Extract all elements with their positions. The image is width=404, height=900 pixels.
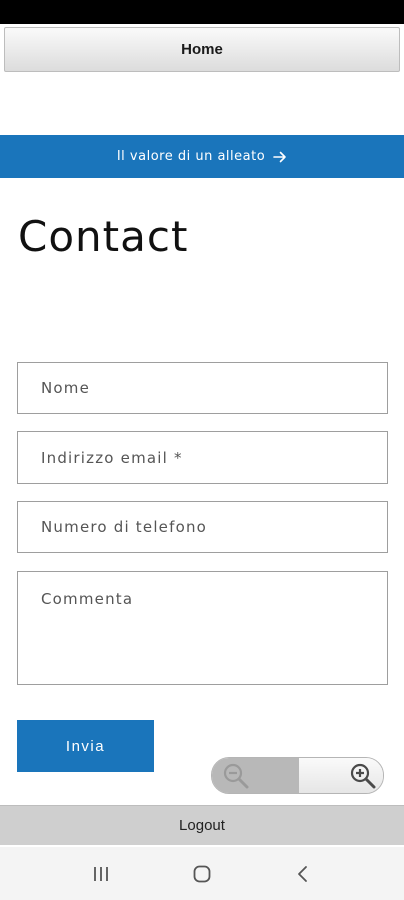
logout-button[interactable]: Logout (0, 805, 404, 845)
phone-field[interactable] (17, 501, 388, 553)
zoom-in-button[interactable] (299, 758, 383, 793)
email-field[interactable] (17, 431, 388, 484)
arrow-right-icon (273, 151, 286, 162)
comment-field[interactable] (17, 571, 388, 685)
home-icon (193, 865, 211, 882)
back-icon (298, 865, 308, 882)
promo-banner[interactable]: Il valore di un alleato (0, 135, 404, 178)
recents-button[interactable] (81, 854, 121, 894)
status-bar (0, 0, 404, 24)
system-navigation-bar (0, 847, 404, 900)
home-button-label: Home (181, 41, 223, 58)
submit-button-label: Invia (65, 737, 106, 755)
logout-label: Logout (179, 817, 225, 834)
page-title: Contact (18, 212, 189, 261)
promo-banner-text: Il valore di un alleato (116, 149, 266, 164)
back-button[interactable] (283, 854, 323, 894)
home-nav-button[interactable] (182, 854, 222, 894)
submit-button[interactable]: Invia (17, 720, 154, 772)
home-button[interactable]: Home (4, 27, 400, 72)
zoom-in-icon (350, 763, 376, 788)
recents-icon (93, 866, 108, 881)
zoom-out-icon (223, 763, 249, 788)
zoom-out-button[interactable] (212, 758, 299, 793)
name-field[interactable] (17, 362, 388, 414)
zoom-control (211, 757, 384, 794)
